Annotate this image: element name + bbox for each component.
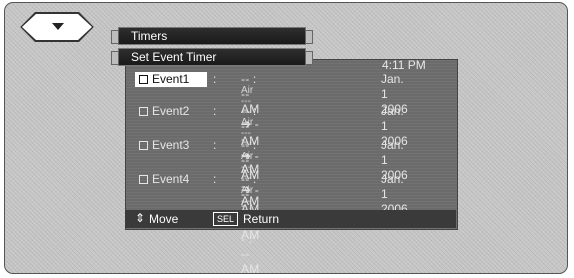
checkbox-icon[interactable] xyxy=(139,107,148,117)
menu-title: Timers xyxy=(131,29,168,43)
event-label[interactable]: Event3 xyxy=(135,138,207,153)
checkbox-icon[interactable] xyxy=(139,75,148,85)
event-separator: : xyxy=(213,72,217,86)
move-arrows-icon: ⇕ xyxy=(135,211,146,225)
event-separator: : xyxy=(213,138,217,152)
event-separator: : xyxy=(213,172,217,186)
clock-time: 4:11 PM xyxy=(382,58,426,72)
menu-title-bar: Timers xyxy=(111,27,313,45)
submenu-title-bar: Set Event Timer xyxy=(111,48,313,66)
title-cap-left xyxy=(111,30,119,44)
checkbox-icon[interactable] xyxy=(139,141,148,151)
checkbox-icon[interactable] xyxy=(139,175,148,185)
event-name: Event2 xyxy=(152,104,190,118)
event-label[interactable]: Event4 xyxy=(135,172,207,187)
event-name: Event4 xyxy=(152,172,190,186)
subtitle-cap-right xyxy=(305,51,313,65)
return-hint: Return xyxy=(243,212,280,226)
down-arrow-icon xyxy=(52,23,64,30)
submenu-title: Set Event Timer xyxy=(131,50,217,64)
event-name: Event1 xyxy=(152,72,190,86)
move-hint: Move xyxy=(149,212,179,226)
help-bar: ⇕ Move SEL Return xyxy=(125,210,456,228)
event-label[interactable]: Event2 xyxy=(135,104,207,119)
sel-key-icon: SEL xyxy=(213,212,238,226)
down-arrow-button[interactable] xyxy=(20,12,94,42)
event-label[interactable]: Event1 xyxy=(135,72,207,87)
event-separator: : xyxy=(213,104,217,118)
subtitle-cap-left xyxy=(111,51,119,65)
title-cap-right xyxy=(305,30,313,44)
event-name: Event3 xyxy=(152,138,190,152)
